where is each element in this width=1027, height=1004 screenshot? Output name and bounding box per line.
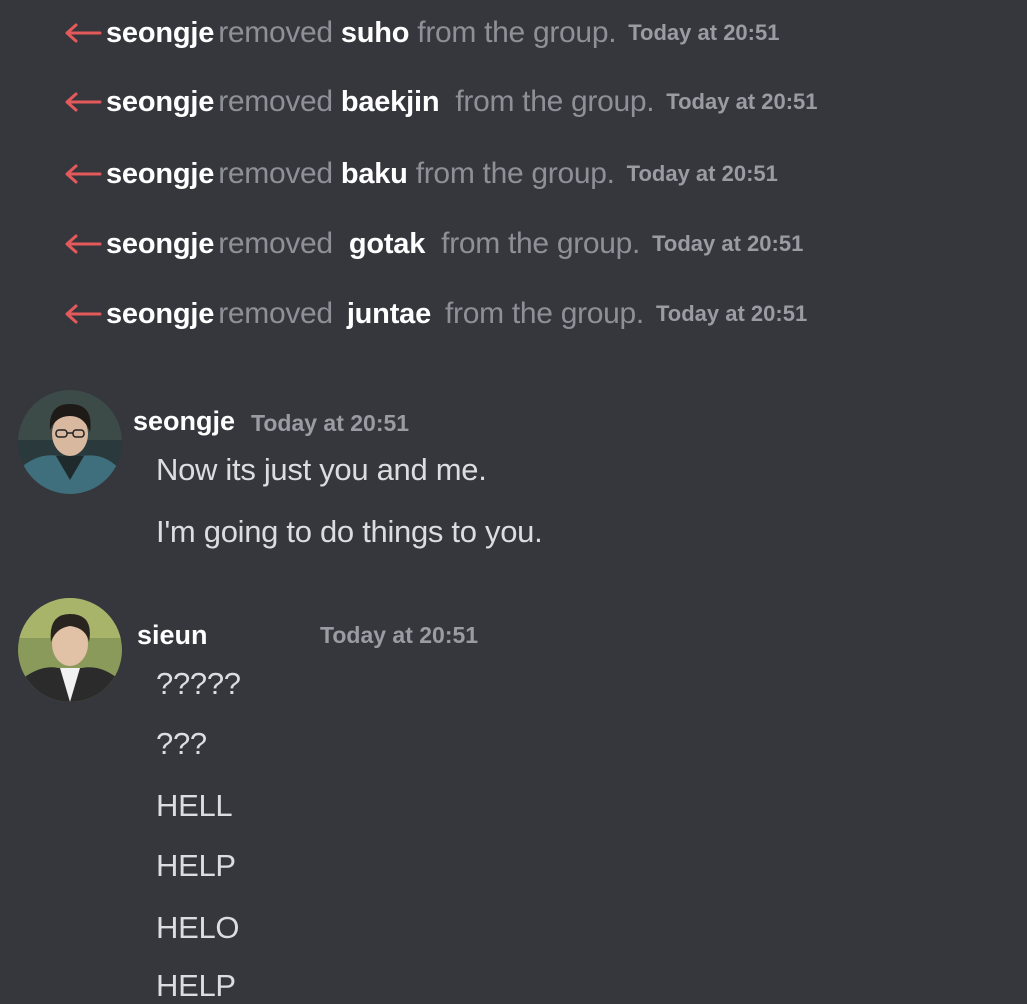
action-suffix: from the group. xyxy=(415,157,615,190)
user-photo-icon xyxy=(18,390,122,494)
system-message: seongje removed baku from the group. Tod… xyxy=(60,152,778,196)
message-text: Now its just you and me. xyxy=(156,452,487,487)
message-username[interactable]: seongje xyxy=(133,406,235,437)
actor-username[interactable]: seongje xyxy=(106,86,214,119)
message-text: HELP xyxy=(156,848,236,883)
left-arrow-icon xyxy=(60,152,104,196)
message-timestamp[interactable]: Today at 20:51 xyxy=(251,410,409,437)
timestamp[interactable]: Today at 20:51 xyxy=(656,301,807,327)
timestamp[interactable]: Today at 20:51 xyxy=(652,231,803,257)
message-text: HELL xyxy=(156,788,233,823)
left-arrow-icon xyxy=(60,292,104,336)
system-message: seongje removed juntae from the group. T… xyxy=(60,292,807,336)
left-arrow-icon xyxy=(60,80,104,124)
target-username[interactable]: juntae xyxy=(347,298,431,331)
action-text: removed xyxy=(218,16,333,49)
left-arrow-icon xyxy=(60,11,104,55)
action-text: removed xyxy=(218,85,333,118)
system-message: seongje removed gotak from the group. To… xyxy=(60,222,803,266)
message-text: ??? xyxy=(156,726,207,761)
actor-username[interactable]: seongje xyxy=(106,228,214,261)
message-text: I'm going to do things to you. xyxy=(156,514,543,549)
message-text: HELO xyxy=(156,910,240,945)
actor-username[interactable]: seongje xyxy=(106,298,214,331)
actor-username[interactable]: seongje xyxy=(106,17,214,50)
target-username[interactable]: gotak xyxy=(349,228,426,261)
action-suffix: from the group. xyxy=(455,85,655,118)
target-username[interactable]: baekjin xyxy=(341,86,440,119)
message-username[interactable]: sieun xyxy=(137,620,208,651)
action-text: removed xyxy=(218,157,333,190)
message-text: ????? xyxy=(156,666,241,701)
action-text: removed xyxy=(218,297,333,330)
user-photo-icon xyxy=(18,598,122,702)
action-suffix: from the group. xyxy=(417,16,617,49)
action-suffix: from the group. xyxy=(445,297,644,330)
message-timestamp[interactable]: Today at 20:51 xyxy=(320,622,478,649)
timestamp[interactable]: Today at 20:51 xyxy=(666,89,817,115)
actor-username[interactable]: seongje xyxy=(106,158,214,191)
target-username[interactable]: baku xyxy=(341,158,408,191)
avatar[interactable] xyxy=(18,598,122,702)
system-message: seongje removed suho from the group. Tod… xyxy=(60,11,779,55)
system-message: seongje removed baekjin from the group. … xyxy=(60,80,818,124)
timestamp[interactable]: Today at 20:51 xyxy=(627,161,778,187)
timestamp[interactable]: Today at 20:51 xyxy=(628,20,779,46)
left-arrow-icon xyxy=(60,222,104,266)
action-suffix: from the group. xyxy=(441,227,641,260)
action-text: removed xyxy=(218,227,333,260)
avatar[interactable] xyxy=(18,390,122,494)
message-text: HELP xyxy=(156,968,236,1003)
target-username[interactable]: suho xyxy=(341,17,410,50)
